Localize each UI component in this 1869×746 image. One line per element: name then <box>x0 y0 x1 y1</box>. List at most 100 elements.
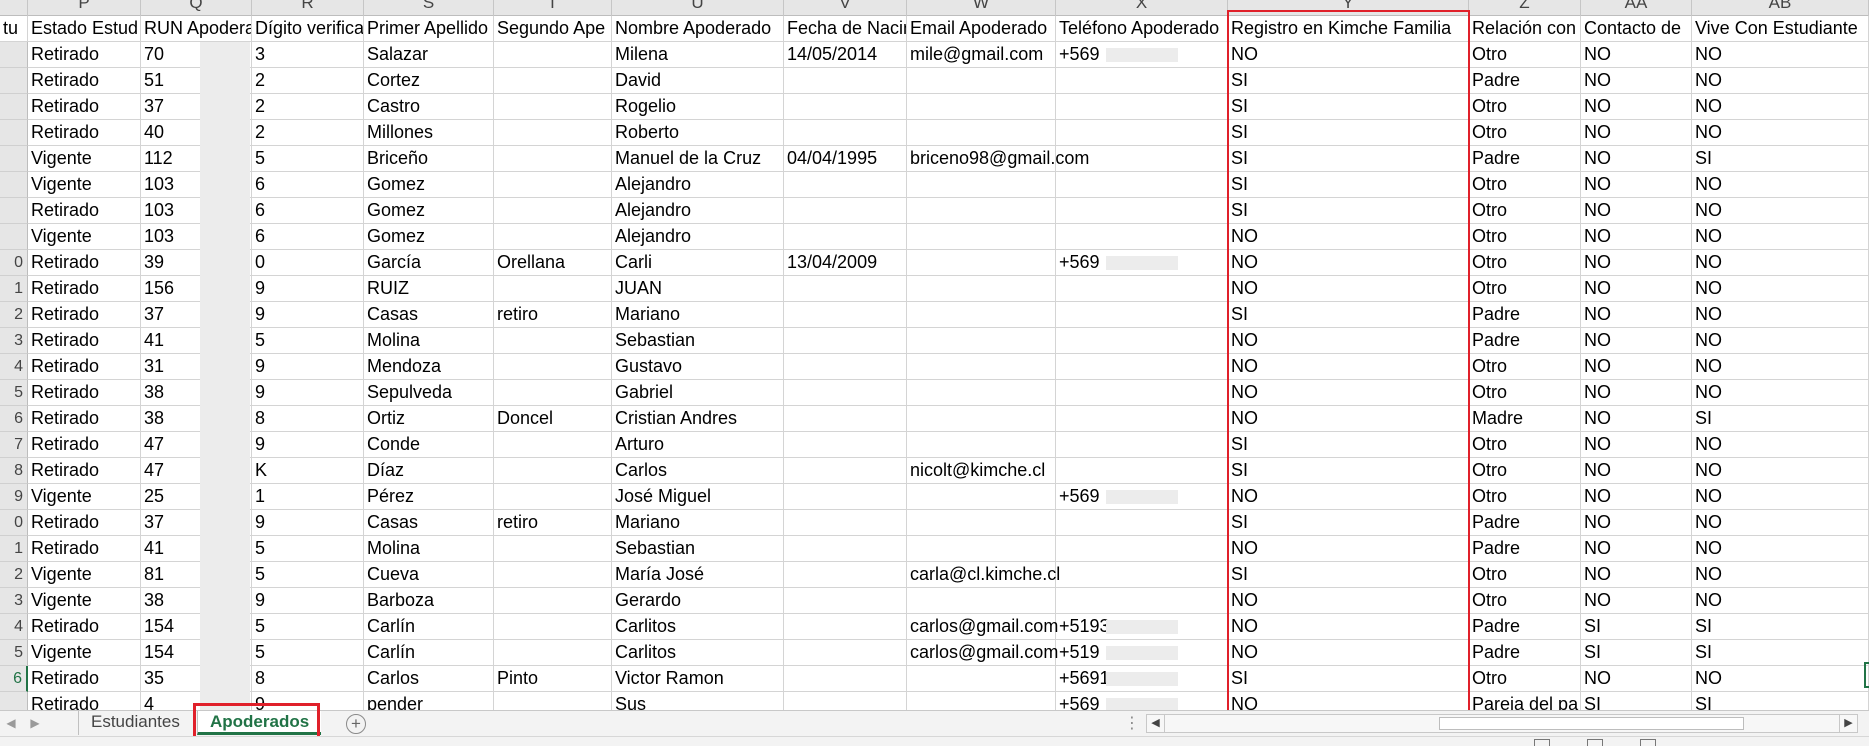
row-number[interactable]: 5 <box>0 640 28 666</box>
table-cell[interactable]: Otro <box>1469 198 1581 224</box>
table-cell[interactable]: Roberto <box>612 120 784 146</box>
table-cell[interactable]: Casas <box>364 510 494 536</box>
table-cell[interactable]: NO <box>1581 172 1692 198</box>
column-header-cell[interactable]: Fecha de Nacim <box>784 16 907 42</box>
table-cell[interactable]: Alejandro <box>612 198 784 224</box>
table-cell[interactable]: Otro <box>1469 42 1581 68</box>
next-sheet-icon[interactable]: ▶ <box>28 715 42 731</box>
table-cell[interactable]: SI <box>1228 198 1469 224</box>
table-cell[interactable]: Barboza <box>364 588 494 614</box>
table-cell[interactable]: NO <box>1228 536 1469 562</box>
table-cell[interactable]: 9 <box>252 276 364 302</box>
table-cell[interactable]: SI <box>1692 146 1869 172</box>
table-cell[interactable]: Cueva <box>364 562 494 588</box>
table-cell[interactable]: Milena <box>612 42 784 68</box>
table-cell[interactable]: K <box>252 458 364 484</box>
table-cell[interactable]: Retirado <box>28 302 141 328</box>
table-cell[interactable] <box>784 432 907 458</box>
row-number[interactable]: 4 <box>0 614 28 640</box>
table-cell[interactable]: Casas <box>364 302 494 328</box>
table-cell[interactable] <box>1056 172 1228 198</box>
table-cell[interactable]: Retirado <box>28 276 141 302</box>
table-cell[interactable]: Retirado <box>28 614 141 640</box>
table-cell[interactable]: Castro <box>364 94 494 120</box>
table-cell[interactable]: 2 <box>252 68 364 94</box>
table-cell[interactable]: Padre <box>1469 68 1581 94</box>
table-cell[interactable]: Retirado <box>28 510 141 536</box>
table-cell[interactable] <box>784 588 907 614</box>
column-header-cell[interactable]: Email Apoderado <box>907 16 1056 42</box>
table-cell[interactable] <box>494 94 612 120</box>
table-cell[interactable]: Briceño <box>364 146 494 172</box>
table-cell[interactable]: 8 <box>252 406 364 432</box>
table-cell[interactable] <box>494 276 612 302</box>
table-cell[interactable] <box>784 120 907 146</box>
column-letter-o[interactable] <box>0 0 28 16</box>
table-cell[interactable]: Sus <box>612 692 784 710</box>
table-cell[interactable]: NO <box>1228 640 1469 666</box>
table-cell[interactable]: Carlos <box>612 458 784 484</box>
table-cell[interactable] <box>1056 68 1228 94</box>
table-cell[interactable]: NO <box>1228 484 1469 510</box>
table-cell[interactable]: carlos@gmail.com <box>907 640 1058 666</box>
table-cell[interactable] <box>907 692 1056 710</box>
table-cell[interactable]: NO <box>1228 276 1469 302</box>
table-cell[interactable]: NO <box>1228 692 1469 710</box>
table-cell[interactable]: retiro <box>494 302 612 328</box>
table-cell[interactable]: Molina <box>364 328 494 354</box>
normal-view-icon[interactable] <box>1534 739 1550 746</box>
table-cell[interactable]: Gomez <box>364 198 494 224</box>
table-cell[interactable]: NO <box>1692 120 1869 146</box>
table-cell[interactable] <box>494 42 612 68</box>
table-cell[interactable] <box>784 692 907 710</box>
tab-estudiantes[interactable]: Estudiantes <box>78 711 192 735</box>
table-cell[interactable]: retiro <box>494 510 612 536</box>
table-cell[interactable] <box>907 224 1056 250</box>
table-cell[interactable] <box>494 640 612 666</box>
table-cell[interactable]: Otro <box>1469 666 1581 692</box>
table-cell[interactable]: Sebastian <box>612 328 784 354</box>
table-cell[interactable]: Retirado <box>28 536 141 562</box>
table-cell[interactable] <box>494 68 612 94</box>
table-cell[interactable]: Otro <box>1469 432 1581 458</box>
table-cell[interactable] <box>784 198 907 224</box>
add-sheet-icon[interactable]: + <box>346 714 366 734</box>
table-cell[interactable] <box>907 302 1056 328</box>
table-cell[interactable] <box>1056 354 1228 380</box>
table-cell[interactable] <box>1056 510 1228 536</box>
table-cell[interactable]: JUAN <box>612 276 784 302</box>
row-number[interactable] <box>0 172 28 198</box>
table-cell[interactable]: Padre <box>1469 536 1581 562</box>
table-cell[interactable]: NO <box>1581 484 1692 510</box>
table-cell[interactable]: nicolt@kimche.cl <box>907 458 1056 484</box>
table-cell[interactable]: 9 <box>252 510 364 536</box>
table-cell[interactable]: Retirado <box>28 198 141 224</box>
table-cell[interactable]: SI <box>1692 614 1869 640</box>
table-cell[interactable]: NO <box>1581 250 1692 276</box>
table-cell[interactable]: SI <box>1228 666 1469 692</box>
table-cell[interactable]: Vigente <box>28 588 141 614</box>
table-cell[interactable]: 9 <box>252 588 364 614</box>
spreadsheet-grid[interactable]: P Q R S T U V W X Y Z AA AB Estado Estud RUN Apodera D… <box>0 0 1869 710</box>
table-cell[interactable]: Vigente <box>28 484 141 510</box>
table-cell[interactable]: 1 <box>252 484 364 510</box>
table-cell[interactable]: Carli <box>612 250 784 276</box>
column-header-cell[interactable]: Relación con <box>1469 16 1581 42</box>
table-cell[interactable]: NO <box>1692 302 1869 328</box>
row-number[interactable]: 0 <box>0 510 28 536</box>
table-cell[interactable]: 5 <box>252 562 364 588</box>
table-cell[interactable]: Mendoza <box>364 354 494 380</box>
table-cell[interactable]: NO <box>1692 536 1869 562</box>
table-cell[interactable]: 5 <box>252 614 364 640</box>
table-cell[interactable]: NO <box>1581 666 1692 692</box>
table-cell[interactable]: Molina <box>364 536 494 562</box>
table-cell[interactable]: 6 <box>252 224 364 250</box>
table-cell[interactable] <box>907 536 1056 562</box>
column-header-cell[interactable]: Teléfono Apoderado <box>1056 16 1228 42</box>
table-cell[interactable]: NO <box>1692 68 1869 94</box>
table-cell[interactable]: Carlos <box>364 666 494 692</box>
table-cell[interactable]: NO <box>1228 614 1469 640</box>
table-cell[interactable]: 2 <box>252 94 364 120</box>
table-cell[interactable]: Padre <box>1469 510 1581 536</box>
table-cell[interactable]: NO <box>1581 42 1692 68</box>
